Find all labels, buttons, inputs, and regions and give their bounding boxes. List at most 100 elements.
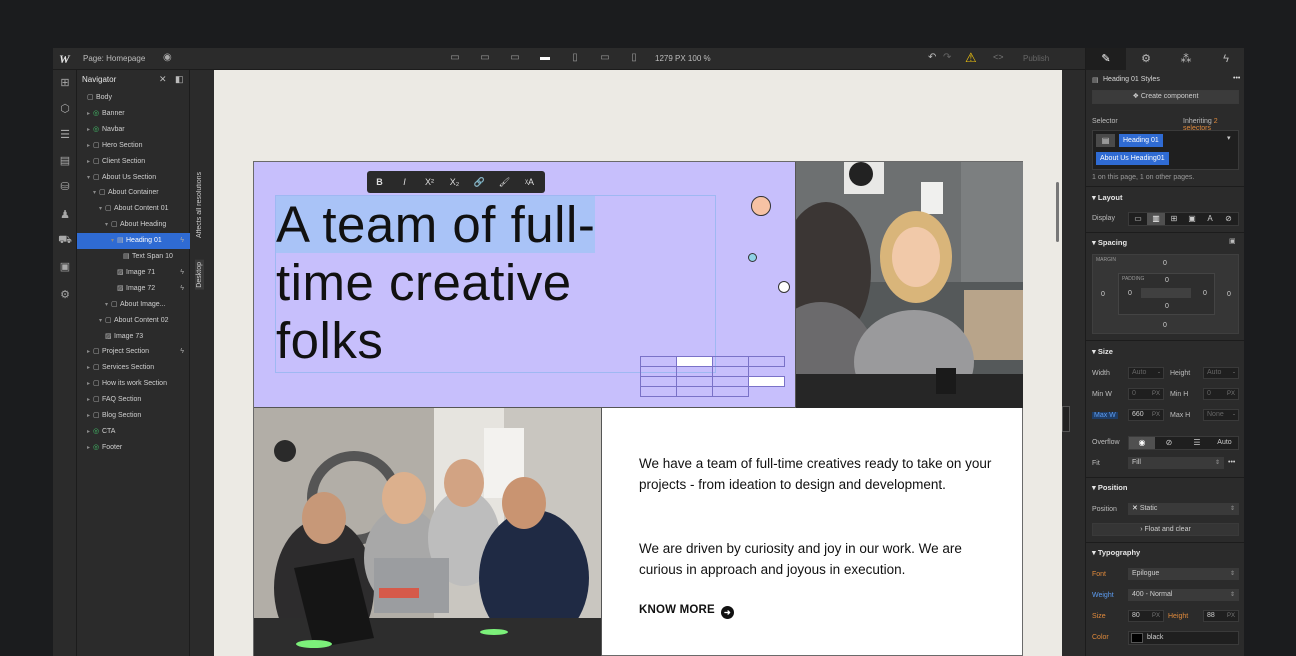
navigator-item[interactable]: ▾ ▢ About Content 01 xyxy=(77,201,190,217)
navigator-item[interactable]: ▾ ▢ About Image... xyxy=(77,297,190,313)
navigator-item[interactable]: ▸ ▢ Services Section xyxy=(77,360,190,376)
spacing-toggle-icon[interactable]: ▣ xyxy=(1229,237,1236,245)
max-height-input[interactable]: None - xyxy=(1203,409,1239,421)
margin-left-value[interactable]: 0 xyxy=(1101,291,1105,298)
settings-tab-gear-icon[interactable]: ⚙ xyxy=(1126,48,1166,70)
position-select[interactable]: ✕ Static ⇕ xyxy=(1128,503,1239,515)
close-icon[interactable]: ✕ xyxy=(159,74,167,85)
create-component-button[interactable]: ❖ Create component xyxy=(1092,90,1239,104)
display-inline-icon[interactable]: A xyxy=(1201,213,1219,225)
navigator-item[interactable]: ▸ ▢ How its work Section xyxy=(77,376,190,392)
breakpoint-mobile-icon[interactable]: ▯ xyxy=(627,52,641,64)
redo-icon[interactable]: ↷ xyxy=(943,52,951,63)
margin-bottom-value[interactable]: 0 xyxy=(1163,322,1167,329)
webflow-logo-icon[interactable]: W xyxy=(59,52,70,67)
clear-format-icon[interactable]: ᵡA xyxy=(517,171,542,193)
breakpoint-tablet-icon[interactable]: ▯ xyxy=(568,52,582,64)
min-height-input[interactable]: 0 PX xyxy=(1203,388,1239,400)
navigator-item[interactable]: ▾ ▢ About Container xyxy=(77,185,190,201)
width-input[interactable]: Auto - xyxy=(1128,367,1164,379)
desktop-label[interactable]: Desktop xyxy=(195,260,204,290)
spacing-section-title[interactable]: ▾ Spacing xyxy=(1092,238,1127,247)
breakpoint-xl-icon[interactable]: ▭ xyxy=(448,52,462,64)
navigator-item[interactable]: ▤ Text Span 10 xyxy=(77,249,190,265)
navigator-item[interactable]: ▸ ◎ Banner xyxy=(77,106,190,122)
weight-select[interactable]: 400 - Normal ⇕ xyxy=(1128,589,1239,601)
navigator-item[interactable]: ▾ ▢ About Us Section xyxy=(77,170,190,186)
padding-right-value[interactable]: 0 xyxy=(1203,290,1207,297)
navigator-item[interactable]: ▸ ▢ Blog Section xyxy=(77,408,190,424)
margin-box[interactable]: MARGIN 0 0 0 0 PADDING 0 0 0 0 xyxy=(1092,254,1239,334)
font-size-input[interactable]: 80 PX xyxy=(1128,610,1164,622)
assets-icon[interactable]: ▣ xyxy=(53,260,77,278)
selector-field[interactable]: ▤ Heading 01 ▾ About Us Heading01 xyxy=(1092,130,1239,170)
navigator-item[interactable]: ▾ ▢ About Heading xyxy=(77,217,190,233)
lightning-tab-icon[interactable]: ϟ xyxy=(1206,48,1244,70)
about-paragraph-1[interactable]: We have a team of full-time creatives re… xyxy=(639,453,994,495)
subscript-button[interactable]: X₂ xyxy=(442,171,467,193)
bold-button[interactable]: B xyxy=(367,171,392,193)
navigator-item[interactable]: ▨ Image 73 xyxy=(77,329,190,345)
settings-gear-icon[interactable]: ⚙ xyxy=(53,288,77,306)
display-flex-icon[interactable]: ▥ xyxy=(1147,213,1165,225)
style-tab-brush-icon[interactable]: ✎ xyxy=(1086,48,1126,70)
float-clear-toggle[interactable]: › Float and clear xyxy=(1092,523,1239,536)
size-section-title[interactable]: ▾ Size xyxy=(1092,347,1113,356)
display-none-icon[interactable]: ⊘ xyxy=(1219,213,1238,225)
about-paragraph-2[interactable]: We are driven by curiosity and joy in ou… xyxy=(639,538,994,580)
overflow-scroll-icon[interactable]: ☰ xyxy=(1183,437,1211,449)
style-brush-icon[interactable]: 🖌 xyxy=(492,171,517,193)
display-grid-icon[interactable]: ⊞ xyxy=(1165,213,1183,225)
superscript-button[interactable]: X² xyxy=(417,171,442,193)
link-icon[interactable]: 🔗 xyxy=(467,171,492,193)
position-section-title[interactable]: ▾ Position xyxy=(1092,483,1127,492)
typography-section-title[interactable]: ▾ Typography xyxy=(1092,548,1140,557)
dock-panel-icon[interactable]: ◧ xyxy=(175,74,184,85)
eye-icon[interactable]: ◉ xyxy=(163,52,172,63)
navigator-item[interactable]: ▸ ▢ FAQ Section xyxy=(77,392,190,408)
max-width-input[interactable]: 660 PX xyxy=(1128,409,1164,421)
padding-top-value[interactable]: 0 xyxy=(1165,277,1169,284)
display-inline-block-icon[interactable]: ▣ xyxy=(1183,213,1201,225)
line-height-input[interactable]: 88 PX xyxy=(1203,610,1239,622)
breakpoint-landscape-icon[interactable]: ▭ xyxy=(598,52,612,64)
canvas-resize-handle[interactable] xyxy=(1062,406,1070,432)
page-selector[interactable]: Page: Homepage xyxy=(83,54,145,63)
margin-top-value[interactable]: 0 xyxy=(1163,260,1167,267)
pages-icon[interactable]: ▤ xyxy=(53,154,77,172)
overflow-hidden-icon[interactable]: ⊘ xyxy=(1155,437,1183,449)
more-options-icon[interactable]: ••• xyxy=(1233,75,1240,82)
color-swatch[interactable] xyxy=(1131,633,1143,643)
fit-select[interactable]: Fill ⇕ xyxy=(1128,457,1224,469)
selector-chip-heading01[interactable]: Heading 01 xyxy=(1119,134,1163,147)
navigator-item[interactable]: ▸ ◎ Navbar xyxy=(77,122,190,138)
interactions-tab-icon[interactable]: ⁂ xyxy=(1166,48,1206,70)
navigator-item[interactable]: ▸ ▢ Project Section ϟ xyxy=(77,344,190,360)
publish-button[interactable]: Publish xyxy=(1023,54,1049,63)
canvas-scrollbar[interactable] xyxy=(1056,182,1059,242)
overflow-visible-eye-icon[interactable]: ◉ xyxy=(1129,437,1155,449)
italic-button[interactable]: I xyxy=(392,171,417,193)
overflow-auto-button[interactable]: Auto xyxy=(1211,437,1238,449)
users-icon[interactable]: ♟ xyxy=(53,208,77,226)
navigator-icon[interactable]: ☰ xyxy=(53,128,77,146)
team-photo-image-73[interactable] xyxy=(254,408,601,656)
height-input[interactable]: Auto - xyxy=(1203,367,1239,379)
ecommerce-cart-icon[interactable]: ⛟ xyxy=(53,234,77,252)
know-more-link[interactable]: KNOW MORE ➜ xyxy=(639,604,734,619)
navigator-item[interactable]: ▨ Image 72 ϟ xyxy=(77,281,190,297)
cms-icon[interactable]: ⛁ xyxy=(53,180,77,198)
navigator-item[interactable]: ▸ ▢ Client Section xyxy=(77,154,190,170)
about-heading-block[interactable]: B I X² X₂ 🔗 🖌 ᵡA A team of full- time cr… xyxy=(254,162,796,408)
breakpoint-lg-icon[interactable]: ▭ xyxy=(478,52,492,64)
font-select[interactable]: Epilogue ⇕ xyxy=(1128,568,1239,580)
selector-chip-about-us-heading[interactable]: About Us Heading01 xyxy=(1096,152,1169,165)
team-photo-image-71[interactable] xyxy=(796,162,1023,408)
selector-type-icon[interactable]: ▤ xyxy=(1096,134,1115,147)
min-width-input[interactable]: 0 PX xyxy=(1128,388,1164,400)
navigator-item[interactable]: ▸ ▢ Hero Section xyxy=(77,138,190,154)
navigator-item[interactable]: ▢ Body xyxy=(77,90,190,106)
padding-bottom-value[interactable]: 0 xyxy=(1165,303,1169,310)
padding-left-value[interactable]: 0 xyxy=(1128,290,1132,297)
chevron-down-icon[interactable]: ▾ xyxy=(1227,134,1231,142)
